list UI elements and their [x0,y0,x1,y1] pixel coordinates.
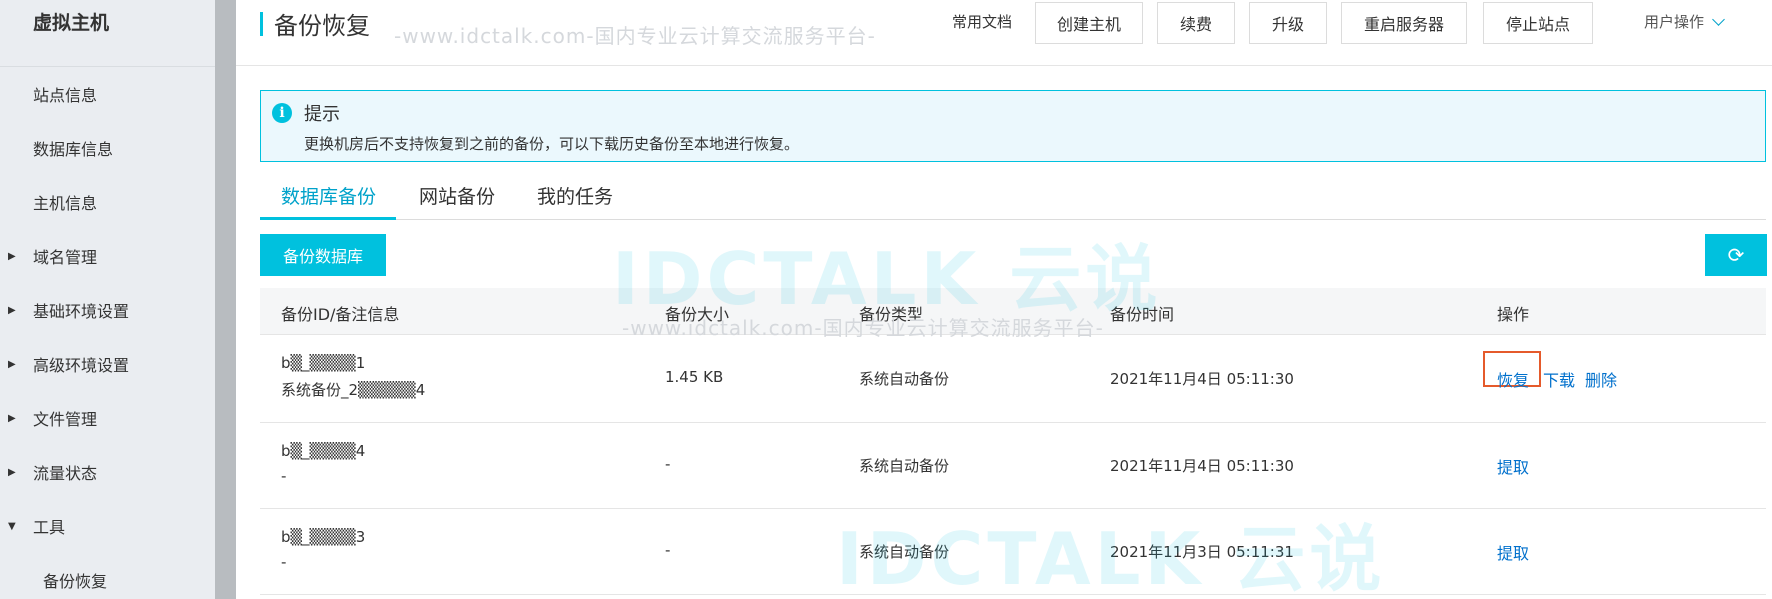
backup-database-button[interactable]: 备份数据库 [260,234,386,276]
tab-bar: 数据库备份 网站备份 我的任务 [260,172,1766,220]
sidebar-item-label: 域名管理 [33,248,98,267]
tip-alert: i 提示 更换机房后不支持恢复到之前的备份，可以下载历史备份至本地进行恢复。 [260,90,1766,162]
stop-site-button[interactable]: 停止站点 [1483,2,1593,44]
sidebar-item-file-mgmt[interactable]: ▶ 文件管理 [0,398,215,438]
backup-size: - [665,541,671,559]
backup-type: 系统自动备份 [859,370,950,388]
table-header: 备份ID/备注信息 备份大小 备份类型 备份时间 操作 [260,288,1766,335]
column-header: 备份类型 [859,305,924,324]
caret-right-icon: ▶ [8,250,16,262]
active-tab-indicator [260,217,396,220]
sidebar-item-domain[interactable]: ▶ 域名管理 [0,236,215,276]
sidebar-item-label: 站点信息 [33,86,98,105]
alert-title: 提示 [304,104,340,125]
docs-link[interactable]: 常用文档 [952,11,1012,32]
caret-down-icon: ▼ [8,520,16,532]
backup-id: b▒_▒▒▒▒1 [281,354,366,372]
table-row: b▒_▒▒▒▒3 - - 系统自动备份 2021年11月3日 05:11:31 … [260,509,1766,595]
sidebar-item-site-info[interactable]: 站点信息 [0,74,215,114]
backup-time: 2021年11月4日 05:11:30 [1110,457,1294,475]
sidebar-item-database-info[interactable]: 数据库信息 [0,128,215,168]
backup-note: - [281,553,287,571]
caret-right-icon: ▶ [8,412,16,424]
column-header: 备份ID/备注信息 [281,305,400,324]
table-row: b▒_▒▒▒▒4 - - 系统自动备份 2021年11月4日 05:11:30 … [260,423,1766,509]
column-header: 备份大小 [665,305,730,324]
user-menu-label: 用户操作 [1644,13,1705,31]
info-icon: i [272,103,292,123]
table-row: b▒_▒▒▒▒1 系统备份_2▒▒▒▒▒4 1.45 KB 系统自动备份 202… [260,335,1766,423]
backup-note: - [281,467,287,485]
sidebar-item-label: 高级环境设置 [33,356,130,375]
sidebar-collapse-rail[interactable] [215,0,236,599]
extract-link[interactable]: 提取 [1497,540,1529,564]
sidebar-item-label: 备份恢复 [43,572,108,591]
sidebar-item-label: 工具 [33,518,66,537]
sidebar-item-tools[interactable]: ▼ 工具 [0,506,215,546]
sidebar: 虚拟主机 站点信息 数据库信息 主机信息 ▶ 域名管理 ▶ 基础环境设置 ▶ 高… [0,0,215,599]
extract-link[interactable]: 提取 [1497,454,1529,478]
chevron-down-icon [1712,13,1725,26]
create-host-button[interactable]: 创建主机 [1035,2,1143,44]
alert-text: 更换机房后不支持恢复到之前的备份，可以下载历史备份至本地进行恢复。 [304,135,800,153]
column-header: 操作 [1497,305,1530,324]
title-accent-bar [260,12,263,36]
sidebar-divider [0,66,215,67]
sidebar-item-label: 文件管理 [33,410,98,429]
backup-type: 系统自动备份 [859,457,950,475]
sidebar-item-host-info[interactable]: 主机信息 [0,182,215,222]
upgrade-button[interactable]: 升级 [1249,2,1327,44]
sidebar-item-traffic[interactable]: ▶ 流量状态 [0,452,215,492]
backup-id: b▒_▒▒▒▒3 [281,528,366,546]
delete-link[interactable]: 删除 [1585,367,1617,391]
restore-link[interactable]: 恢复 [1497,367,1529,391]
tab-my-tasks[interactable]: 我的任务 [537,182,613,209]
backup-id: b▒_▒▒▒▒4 [281,442,366,460]
caret-right-icon: ▶ [8,466,16,478]
tab-database-backup[interactable]: 数据库备份 [281,182,376,209]
refresh-icon: ⟳ [1727,244,1745,267]
page-header: 备份恢复 常用文档 创建主机 续费 升级 重启服务器 停止站点 用户操作 [236,0,1772,66]
download-link[interactable]: 下载 [1543,367,1575,391]
sidebar-item-label: 数据库信息 [33,140,114,159]
backup-size: - [665,455,671,473]
sidebar-item-advanced-env[interactable]: ▶ 高级环境设置 [0,344,215,384]
sidebar-item-label: 流量状态 [33,464,98,483]
caret-right-icon: ▶ [8,358,16,370]
tab-website-backup[interactable]: 网站备份 [419,182,495,209]
backup-type: 系统自动备份 [859,543,950,561]
renew-button[interactable]: 续费 [1157,2,1235,44]
page-title: 备份恢复 [274,12,370,40]
backup-size: 1.45 KB [665,368,724,386]
caret-right-icon: ▶ [8,304,16,316]
backup-time: 2021年11月3日 05:11:31 [1110,543,1294,561]
backup-note: 系统备份_2▒▒▒▒▒4 [281,381,426,399]
refresh-button[interactable]: ⟳ [1705,234,1767,276]
sidebar-item-label: 基础环境设置 [33,302,130,321]
user-menu[interactable]: 用户操作 [1644,11,1725,32]
sidebar-item-basic-env[interactable]: ▶ 基础环境设置 [0,290,215,330]
backup-time: 2021年11月4日 05:11:30 [1110,370,1294,388]
sidebar-title: 虚拟主机 [33,12,110,34]
sidebar-item-backup-restore[interactable]: 备份恢复 [0,560,215,599]
column-header: 备份时间 [1110,305,1175,324]
restart-server-button[interactable]: 重启服务器 [1341,2,1467,44]
sidebar-item-label: 主机信息 [33,194,98,213]
